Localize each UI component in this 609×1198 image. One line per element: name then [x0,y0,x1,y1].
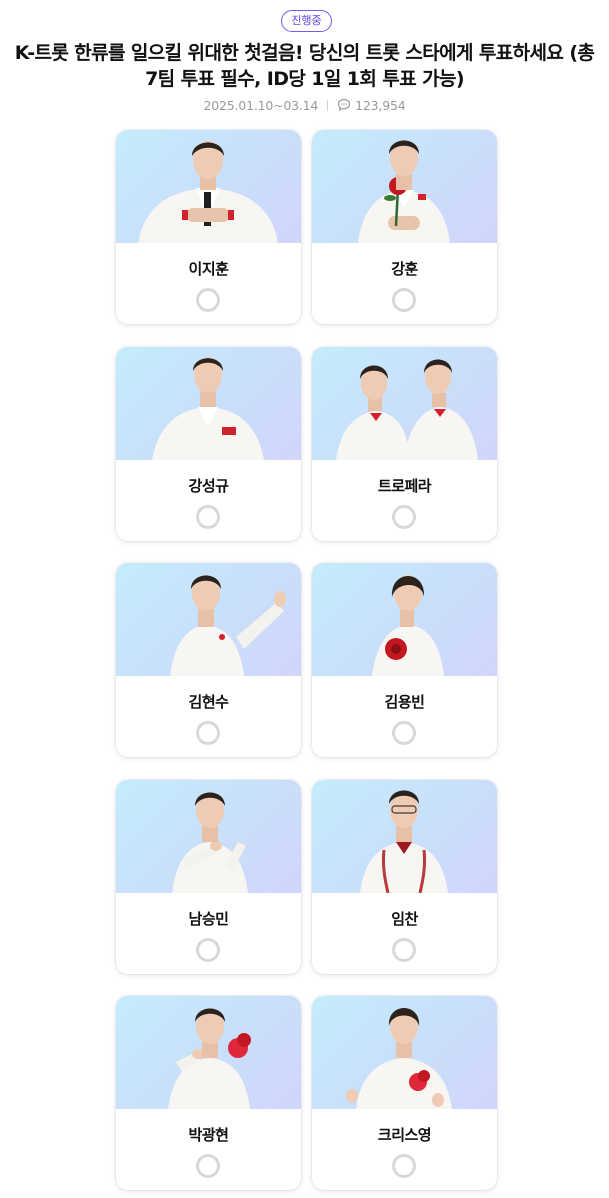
page-title: K-트롯 한류를 일으킬 위대한 첫걸음! 당신의 트롯 스타에게 투표하세요 … [14,42,595,90]
candidate-name: 이지훈 [188,260,229,278]
vote-radio[interactable] [196,1154,220,1178]
candidate-card[interactable]: 김현수 [116,563,301,757]
candidate-card[interactable]: 크리스영 [312,996,497,1190]
candidate-name: 박광현 [188,1126,229,1144]
candidate-name: 강훈 [391,260,418,278]
candidate-card[interactable]: 강성규 [116,347,301,541]
candidate-card[interactable]: 강훈 [312,130,497,324]
candidate-photo [312,563,497,676]
candidate-photo [312,996,497,1109]
candidate-name: 임찬 [391,910,418,928]
candidate-photo [312,347,497,460]
candidate-photo [116,780,301,893]
vote-radio[interactable] [196,505,220,529]
candidate-card[interactable]: 박광현 [116,996,301,1190]
status-badge: 진행중 [281,10,332,32]
candidate-card[interactable]: 임찬 [312,780,497,974]
meta-divider [327,99,329,111]
candidate-photo [312,780,497,893]
candidate-name: 남승민 [188,910,229,928]
vote-meta: 2025.01.10~03.14 123,954 [0,96,609,114]
vote-radio[interactable] [392,288,416,312]
candidate-name: 김용빈 [384,693,425,711]
vote-radio[interactable] [392,505,416,529]
vote-period: 2025.01.10~03.14 [203,97,319,113]
candidate-name: 트로페라 [377,477,432,495]
candidate-photo [312,130,497,243]
vote-radio[interactable] [392,721,416,745]
candidate-photo [116,347,301,460]
vote-radio[interactable] [196,721,220,745]
candidate-card[interactable]: 남승민 [116,780,301,974]
comment-count: 123,954 [355,97,406,113]
vote-radio[interactable] [196,288,220,312]
candidate-name: 김현수 [188,693,229,711]
candidate-card[interactable]: 김용빈 [312,563,497,757]
candidate-photo [116,130,301,243]
candidate-card[interactable]: 트로페라 [312,347,497,541]
speech-bubble-icon[interactable] [337,98,351,112]
vote-radio[interactable] [196,938,220,962]
candidate-name: 크리스영 [377,1126,432,1144]
candidate-name: 강성규 [188,477,229,495]
candidate-card[interactable]: 이지훈 [116,130,301,324]
candidate-photo [116,563,301,676]
vote-header: 진행중 K-트롯 한류를 일으킬 위대한 첫걸음! 당신의 트롯 스타에게 투표… [0,0,609,122]
candidate-photo [116,996,301,1109]
vote-radio[interactable] [392,938,416,962]
vote-radio[interactable] [392,1154,416,1178]
